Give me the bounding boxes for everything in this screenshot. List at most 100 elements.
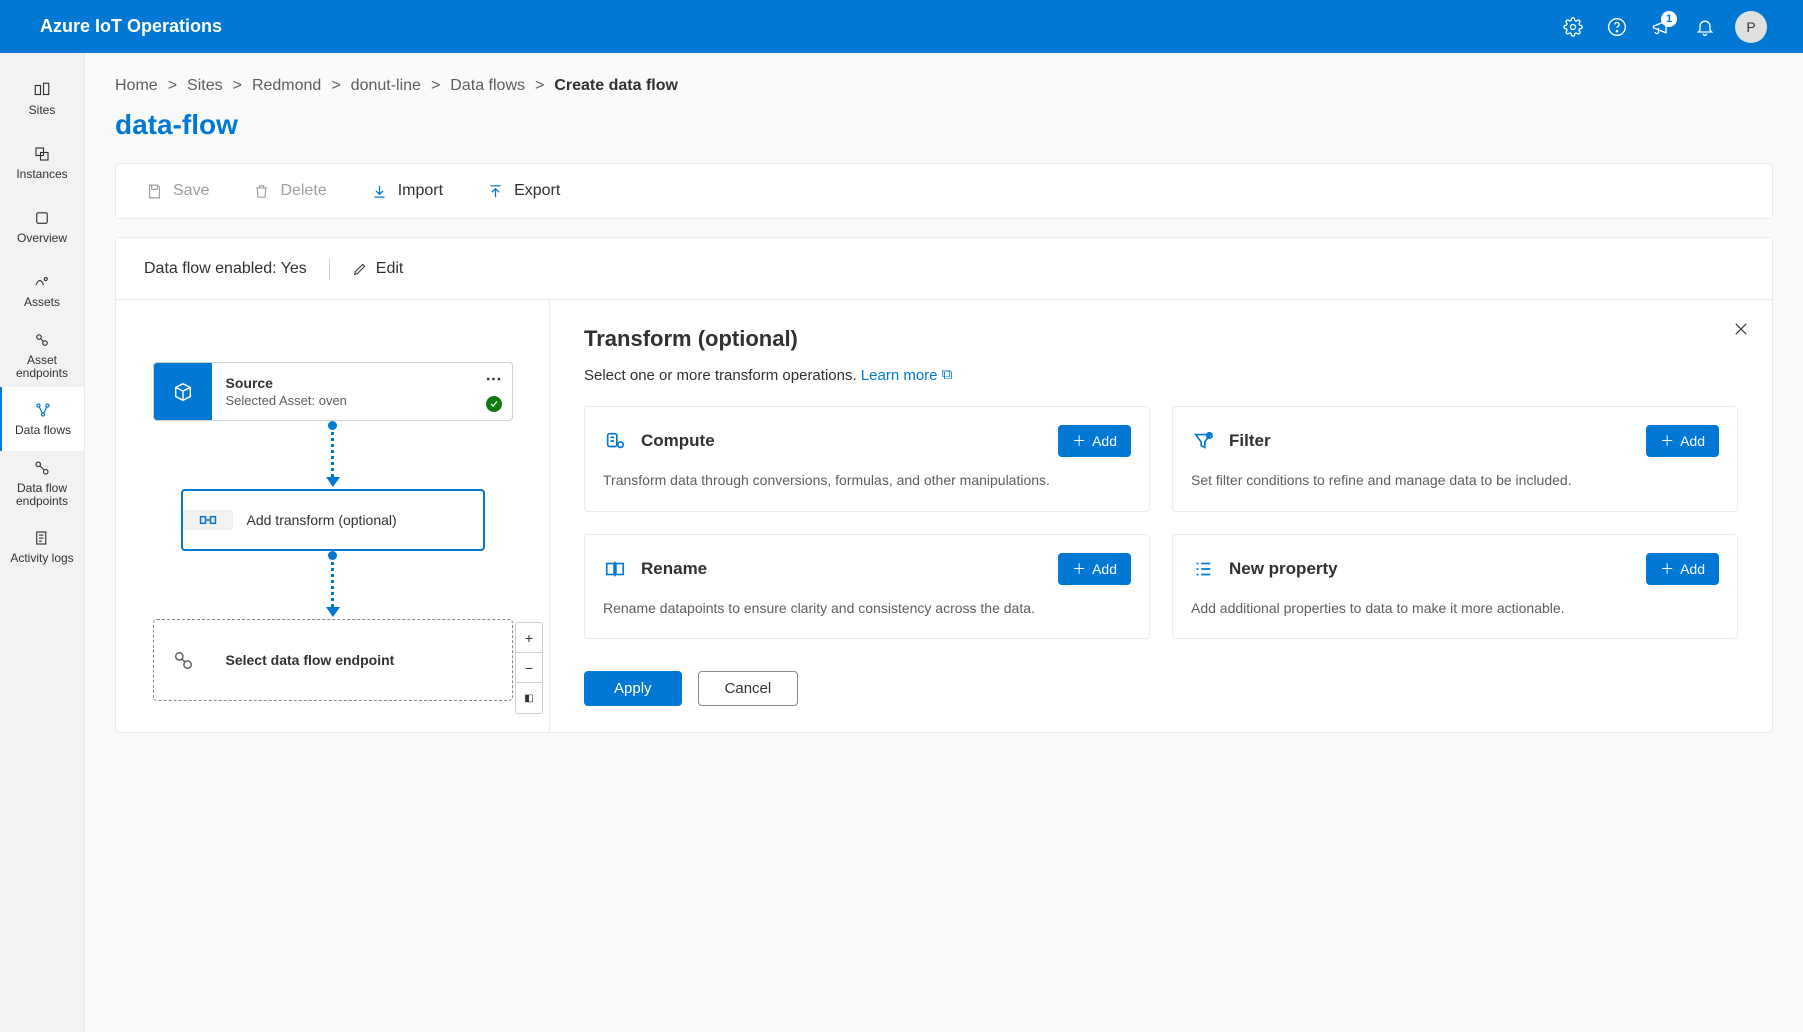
command-bar: Save Delete Import Export bbox=[115, 163, 1773, 219]
nav-sites[interactable]: Sites bbox=[0, 67, 84, 131]
breadcrumb-current: Create data flow bbox=[554, 77, 678, 95]
export-icon bbox=[487, 183, 504, 200]
source-node[interactable]: Source Selected Asset: oven ⋯ bbox=[153, 362, 513, 421]
filter-card: Filter ＋ Add Set filter conditions to ref… bbox=[1172, 406, 1738, 512]
instances-icon bbox=[32, 144, 52, 164]
nav-label: Instances bbox=[16, 168, 67, 181]
data-flow-endpoints-icon bbox=[32, 458, 52, 478]
cancel-button[interactable]: Cancel bbox=[698, 671, 799, 706]
announcements-icon[interactable]: 1 bbox=[1639, 5, 1683, 49]
data-flows-icon bbox=[33, 400, 53, 420]
plus-icon: ＋ bbox=[1072, 431, 1086, 451]
import-button[interactable]: Import bbox=[371, 182, 443, 200]
card-desc: Set filter conditions to refine and mana… bbox=[1191, 471, 1719, 491]
card-desc: Transform data through conversions, form… bbox=[603, 471, 1131, 491]
endpoint-title: Select data flow endpoint bbox=[226, 652, 498, 668]
apply-button[interactable]: Apply bbox=[584, 671, 682, 706]
breadcrumb: Home> Sites> Redmond> donut-line> Data f… bbox=[115, 53, 1773, 95]
divider bbox=[329, 258, 330, 280]
asset-endpoints-icon bbox=[32, 330, 52, 350]
breadcrumb-link[interactable]: donut-line bbox=[351, 77, 421, 95]
left-nav: Sites Instances Overview Assets Asset en… bbox=[0, 53, 85, 1032]
zoom-fit-button[interactable]: ◧ bbox=[516, 683, 542, 713]
nav-data-flow-endpoints[interactable]: Data flow endpoints bbox=[0, 451, 84, 515]
card-title: Filter bbox=[1229, 431, 1632, 451]
save-icon bbox=[146, 183, 163, 200]
save-label: Save bbox=[173, 182, 209, 200]
add-label: Add bbox=[1680, 561, 1705, 577]
edit-button[interactable]: Edit bbox=[352, 260, 404, 278]
newprop-card: New property ＋ Add Add additional propert… bbox=[1172, 534, 1738, 640]
import-icon bbox=[371, 183, 388, 200]
plus-icon: ＋ bbox=[1660, 431, 1674, 451]
card-desc: Add additional properties to data to mak… bbox=[1191, 599, 1719, 619]
edit-icon bbox=[352, 261, 368, 277]
settings-icon[interactable] bbox=[1551, 5, 1595, 49]
nav-label: Data flows bbox=[15, 424, 71, 437]
delete-button: Delete bbox=[253, 182, 326, 200]
app-title: Azure IoT Operations bbox=[40, 16, 222, 37]
nav-data-flows[interactable]: Data flows bbox=[0, 387, 84, 451]
nav-activity-logs[interactable]: Activity logs bbox=[0, 515, 84, 579]
zoom-out-button[interactable]: − bbox=[516, 653, 542, 683]
check-icon bbox=[486, 396, 502, 412]
source-node-more-icon[interactable]: ⋯ bbox=[486, 369, 502, 389]
nav-asset-endpoints[interactable]: Asset endpoints bbox=[0, 323, 84, 387]
nav-overview[interactable]: Overview bbox=[0, 195, 84, 259]
panel-top: Data flow enabled: Yes Edit bbox=[116, 238, 1772, 300]
details-subtitle: Select one or more transform operations.… bbox=[584, 366, 1738, 384]
rename-card: Rename ＋Add Rename datapoints to ensure … bbox=[584, 534, 1150, 640]
breadcrumb-link[interactable]: Sites bbox=[187, 77, 223, 95]
export-button[interactable]: Export bbox=[487, 182, 560, 200]
rename-icon bbox=[603, 558, 627, 580]
connector bbox=[331, 555, 334, 615]
breadcrumb-link[interactable]: Data flows bbox=[450, 77, 525, 95]
add-filter-button[interactable]: ＋ Add bbox=[1646, 425, 1719, 457]
add-compute-button[interactable]: ＋ Add bbox=[1058, 425, 1131, 457]
help-icon[interactable] bbox=[1595, 5, 1639, 49]
nav-label: Overview bbox=[17, 232, 67, 245]
flow-canvas: Source Selected Asset: oven ⋯ bbox=[116, 300, 550, 732]
page-title: data-flow bbox=[115, 95, 1773, 163]
delete-label: Delete bbox=[280, 182, 326, 200]
nav-label: Data flow endpoints bbox=[4, 482, 80, 508]
breadcrumb-link[interactable]: Home bbox=[115, 77, 158, 95]
nav-label: Assets bbox=[24, 296, 60, 309]
transform-node-icon bbox=[183, 510, 233, 530]
external-link-icon: ⧉ bbox=[942, 366, 953, 383]
transform-node[interactable]: Add transform (optional) bbox=[181, 489, 485, 551]
add-newprop-button[interactable]: ＋ Add bbox=[1646, 553, 1719, 585]
edit-label: Edit bbox=[376, 260, 404, 278]
compute-icon bbox=[603, 430, 627, 452]
source-node-icon bbox=[154, 363, 212, 420]
add-label: Add bbox=[1092, 433, 1117, 449]
plus-icon: ＋ bbox=[1660, 559, 1674, 579]
top-bar: Azure IoT Operations 1 P bbox=[0, 0, 1803, 53]
learn-more-link[interactable]: Learn more ⧉ bbox=[861, 367, 953, 384]
avatar[interactable]: P bbox=[1735, 11, 1767, 43]
endpoint-node-icon bbox=[154, 649, 212, 671]
activity-logs-icon bbox=[32, 528, 52, 548]
nav-label: Sites bbox=[29, 104, 56, 117]
bell-icon[interactable] bbox=[1683, 5, 1727, 49]
nav-instances[interactable]: Instances bbox=[0, 131, 84, 195]
nav-assets[interactable]: Assets bbox=[0, 259, 84, 323]
close-icon[interactable] bbox=[1732, 320, 1750, 338]
add-label: Add bbox=[1680, 433, 1705, 449]
zoom-in-button[interactable]: + bbox=[516, 623, 542, 653]
card-title: New property bbox=[1229, 559, 1632, 579]
add-rename-button[interactable]: ＋Add bbox=[1058, 553, 1131, 585]
compute-card: Compute ＋Add Transform data through conv… bbox=[584, 406, 1150, 512]
delete-icon bbox=[253, 183, 270, 200]
assets-icon bbox=[32, 272, 52, 292]
overview-icon bbox=[32, 208, 52, 228]
source-subtitle: Selected Asset: oven bbox=[226, 393, 498, 408]
main: Home> Sites> Redmond> donut-line> Data f… bbox=[85, 53, 1803, 1032]
details-pane: Transform (optional) Select one or more … bbox=[550, 300, 1772, 732]
endpoint-node[interactable]: Select data flow endpoint bbox=[153, 619, 513, 701]
import-label: Import bbox=[398, 182, 443, 200]
panel: Data flow enabled: Yes Edit Source bbox=[115, 237, 1773, 733]
flow-enabled-status: Data flow enabled: Yes bbox=[144, 260, 307, 278]
add-label: Add bbox=[1092, 561, 1117, 577]
breadcrumb-link[interactable]: Redmond bbox=[252, 77, 321, 95]
